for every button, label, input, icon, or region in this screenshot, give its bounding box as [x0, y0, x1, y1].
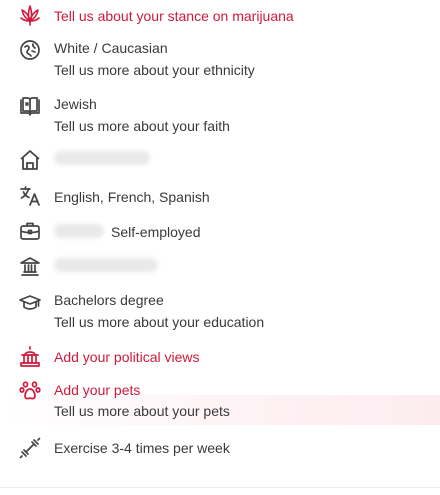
languages-value: English, French, Spanish	[54, 189, 210, 205]
row-education[interactable]: Bachelors degree Tell us more about your…	[0, 288, 440, 334]
employment-value: Self-employed	[111, 224, 201, 240]
dumbbell-icon	[18, 436, 42, 460]
education-more-link[interactable]: Tell us more about your education	[54, 313, 264, 331]
row-ethnicity[interactable]: White / Caucasian Tell us more about you…	[0, 36, 440, 82]
faith-value: Jewish	[54, 96, 97, 112]
capitol-icon	[18, 345, 42, 369]
graduation-cap-icon	[18, 291, 42, 315]
paw-icon	[18, 379, 42, 403]
school-icon	[18, 254, 42, 278]
ethnicity-more-link[interactable]: Tell us more about your ethnicity	[54, 61, 255, 79]
school-redacted	[54, 258, 158, 272]
education-value: Bachelors degree	[54, 292, 164, 308]
row-pets[interactable]: Add your pets Tell us more about your pe…	[0, 377, 440, 425]
row-languages[interactable]: English, French, Spanish	[0, 183, 440, 209]
row-faith[interactable]: Jewish Tell us more about your faith	[0, 91, 440, 137]
row-politics[interactable]: Add your political views	[0, 344, 440, 370]
ethnicity-icon	[18, 38, 42, 62]
pets-prompt[interactable]: Add your pets	[54, 381, 140, 399]
briefcase-icon	[18, 219, 42, 243]
row-hometown[interactable]	[0, 146, 440, 172]
row-exercise[interactable]: Exercise 3-4 times per week	[0, 434, 440, 460]
divider	[0, 487, 440, 488]
profile-details-list: Tell us about your stance on marijuana W…	[0, 0, 440, 495]
faith-book-icon	[18, 94, 42, 118]
hometown-redacted	[54, 151, 150, 165]
row-school[interactable]	[0, 252, 440, 278]
exercise-value: Exercise 3-4 times per week	[54, 440, 230, 456]
ethnicity-value: White / Caucasian	[54, 40, 168, 56]
cannabis-icon	[18, 3, 42, 27]
language-icon	[18, 184, 42, 208]
political-views-prompt[interactable]: Add your political views	[54, 348, 200, 366]
pets-more-link[interactable]: Tell us more about your pets	[54, 402, 230, 420]
row-work[interactable]: Self-employed	[0, 218, 440, 244]
row-marijuana[interactable]: Tell us about your stance on marijuana	[0, 0, 440, 32]
employer-redacted	[54, 224, 104, 238]
faith-more-link[interactable]: Tell us more about your faith	[54, 117, 230, 135]
hometown-icon	[18, 148, 42, 172]
marijuana-prompt[interactable]: Tell us about your stance on marijuana	[54, 7, 294, 25]
